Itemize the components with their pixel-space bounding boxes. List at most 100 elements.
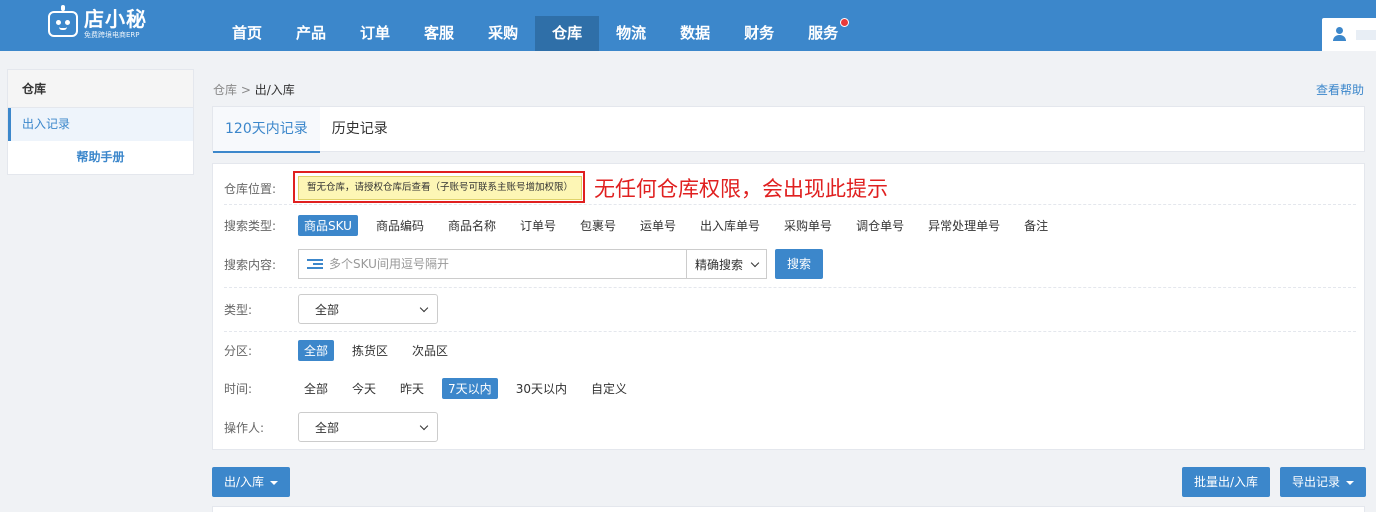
time-option[interactable]: 自定义	[585, 378, 633, 399]
warning-highlight-box	[293, 171, 585, 203]
brand-name: 店小秘	[84, 7, 147, 31]
divider	[224, 287, 1356, 288]
nav-item-home[interactable]: 首页	[215, 16, 279, 51]
operator-select-value: 全部	[315, 420, 340, 435]
nav-item-customer-service[interactable]: 客服	[407, 16, 471, 51]
warehouse-label: 仓库位置:	[224, 181, 277, 196]
nav-label: 财务	[744, 24, 775, 42]
robot-logo-icon	[48, 5, 78, 37]
nav-label: 服务	[808, 24, 839, 42]
search-type-option[interactable]: 运单号	[634, 215, 682, 236]
sidebar-item-in-out-records[interactable]: 出入记录	[8, 108, 193, 141]
top-navigation-bar: 店小秘 免费跨境电商ERP 首页 产品 订单 客服 采购 仓库 物流 数据 财务…	[0, 0, 1376, 51]
time-option[interactable]: 7天以内	[442, 378, 498, 399]
records-table-top	[212, 506, 1365, 512]
time-option[interactable]: 今天	[346, 378, 382, 399]
user-name	[1356, 30, 1376, 40]
nav-label: 首页	[232, 24, 263, 42]
type-select-value: 全部	[315, 302, 340, 317]
chevron-down-icon	[750, 258, 760, 267]
search-type-option[interactable]: 商品编码	[370, 215, 430, 236]
time-label: 时间:	[224, 382, 253, 396]
sidebar-header: 仓库	[8, 70, 193, 108]
nav-label: 客服	[424, 24, 455, 42]
time-option[interactable]: 全部	[298, 378, 334, 399]
nav-label: 采购	[488, 24, 519, 42]
bulk-list-icon[interactable]	[307, 258, 323, 270]
in-out-label: 出/入库	[224, 475, 265, 489]
search-type-option[interactable]: 商品名称	[442, 215, 502, 236]
search-type-row: 搜索类型: 商品SKU 商品编码 商品名称 订单号 包裹号 运单号 出入库单号 …	[224, 215, 1066, 236]
nav-item-logistics[interactable]: 物流	[599, 16, 663, 51]
export-records-button[interactable]: 导出记录	[1280, 467, 1367, 497]
nav-item-orders[interactable]: 订单	[343, 16, 407, 51]
breadcrumb-separator: >	[240, 83, 251, 97]
time-option[interactable]: 昨天	[394, 378, 430, 399]
search-type-option[interactable]: 异常处理单号	[922, 215, 1006, 236]
zone-option[interactable]: 全部	[298, 340, 335, 361]
search-type-option[interactable]: 采购单号	[778, 215, 838, 236]
search-type-option[interactable]: 调仓单号	[850, 215, 910, 236]
search-input[interactable]	[329, 250, 686, 278]
zone-label: 分区:	[224, 344, 253, 358]
nav-item-data[interactable]: 数据	[663, 16, 727, 51]
notification-dot-icon	[840, 18, 850, 27]
user-menu[interactable]	[1322, 18, 1376, 51]
brand-tagline: 免费跨境电商ERP	[84, 31, 140, 39]
annotation-text: 无任何仓库权限，会出现此提示	[594, 177, 888, 201]
tab-history[interactable]: 历史记录	[320, 107, 400, 153]
search-type-option[interactable]: 订单号	[514, 215, 562, 236]
chevron-down-icon	[419, 421, 429, 430]
search-type-option[interactable]: 包裹号	[574, 215, 622, 236]
nav-item-services[interactable]: 服务	[791, 16, 855, 51]
operator-row: 操作人: 全部	[224, 412, 438, 442]
search-content-row: 搜索内容: 精确搜索 搜索	[224, 249, 824, 279]
time-option[interactable]: 30天以内	[510, 378, 573, 399]
user-icon	[1332, 27, 1346, 41]
zone-option[interactable]: 拣货区	[346, 340, 394, 361]
caret-down-icon	[1346, 480, 1355, 485]
nav-item-purchasing[interactable]: 采购	[471, 16, 535, 51]
search-type-label: 搜索类型:	[224, 219, 277, 233]
breadcrumb: 仓库 > 出/入库	[213, 81, 295, 98]
view-help-link[interactable]: 查看帮助	[1316, 81, 1364, 98]
search-button[interactable]: 搜索	[775, 249, 824, 279]
search-type-option[interactable]: 商品SKU	[298, 215, 358, 236]
breadcrumb-current: 出/入库	[254, 83, 295, 97]
search-type-option[interactable]: 备注	[1018, 215, 1054, 236]
nav-item-products[interactable]: 产品	[279, 16, 343, 51]
caret-down-icon	[270, 480, 279, 485]
nav-label: 物流	[616, 24, 647, 42]
tab-120-days[interactable]: 120天内记录	[213, 107, 320, 153]
nav-item-warehouse[interactable]: 仓库	[535, 16, 600, 51]
operator-select[interactable]: 全部	[298, 412, 438, 442]
search-mode-select[interactable]: 精确搜索	[686, 250, 766, 278]
nav-label: 仓库	[552, 24, 583, 42]
type-label: 类型:	[224, 302, 253, 317]
in-out-dropdown-button[interactable]: 出/入库	[212, 467, 291, 497]
breadcrumb-parent[interactable]: 仓库	[213, 83, 237, 97]
divider	[224, 204, 1356, 205]
zone-option[interactable]: 次品区	[406, 340, 454, 361]
zone-row: 分区: 全部 拣货区 次品区	[224, 340, 466, 361]
brand-logo[interactable]: 店小秘 免费跨境电商ERP	[48, 2, 147, 46]
chevron-down-icon	[419, 303, 429, 312]
type-select[interactable]: 全部	[298, 294, 438, 324]
type-row: 类型: 全部	[224, 294, 438, 324]
nav-item-finance[interactable]: 财务	[727, 16, 791, 51]
record-tabs: 120天内记录 历史记录	[212, 106, 1365, 153]
search-mode-value: 精确搜索	[695, 257, 744, 272]
sidebar: 仓库 出入记录 帮助手册	[7, 69, 194, 175]
export-label: 导出记录	[1292, 475, 1341, 489]
nav-label: 产品	[296, 24, 327, 42]
divider	[224, 331, 1356, 332]
filter-panel: 仓库位置: 暂无仓库，请授权仓库后查看（子账号可联系主账号增加权限） 无任何仓库…	[212, 163, 1365, 450]
search-box: 精确搜索	[298, 249, 767, 279]
time-row: 时间: 全部 今天 昨天 7天以内 30天以内 自定义	[224, 378, 645, 399]
operator-label: 操作人:	[224, 420, 265, 435]
nav-label: 数据	[680, 24, 711, 42]
search-type-option[interactable]: 出入库单号	[694, 215, 766, 236]
sidebar-help-manual[interactable]: 帮助手册	[8, 141, 193, 174]
batch-in-out-button[interactable]: 批量出/入库	[1182, 467, 1271, 497]
nav-label: 订单	[360, 24, 391, 42]
